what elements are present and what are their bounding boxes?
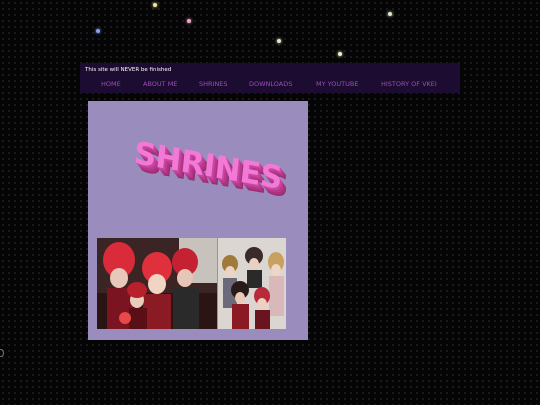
main-nav: HOME ABOUT ME SHRINES DOWNLOADS MY YOUTU… (80, 80, 460, 90)
scroll-edge-indicator (0, 349, 4, 357)
site-notice: This site will NEVER be finished (85, 67, 172, 73)
star-decoration (277, 39, 281, 43)
star-decoration (187, 19, 191, 23)
nav-my-youtube-link[interactable]: MY YOUTUBE (316, 80, 358, 88)
content-panel: SHRINES (88, 101, 308, 340)
star-decoration (153, 3, 157, 7)
nav-shrines-link[interactable]: SHRINES (199, 80, 228, 88)
star-decoration (388, 12, 392, 16)
nav-history-of-vkei-link[interactable]: HISTORY OF VKEI (381, 80, 437, 88)
nav-about-me-link[interactable]: ABOUT ME (143, 80, 177, 88)
nav-downloads-link[interactable]: DOWNLOADS (249, 80, 292, 88)
band-photo-right[interactable] (218, 238, 286, 329)
header-bar: This site will NEVER be finished HOME AB… (80, 63, 460, 93)
band-photo-left-image (97, 238, 217, 329)
star-decoration (338, 52, 342, 56)
star-decoration (96, 29, 100, 33)
band-photo-right-image (218, 238, 286, 329)
shrines-title-graphic: SHRINES (132, 135, 284, 197)
nav-home-link[interactable]: HOME (101, 80, 121, 88)
band-photo-left[interactable] (97, 238, 217, 329)
